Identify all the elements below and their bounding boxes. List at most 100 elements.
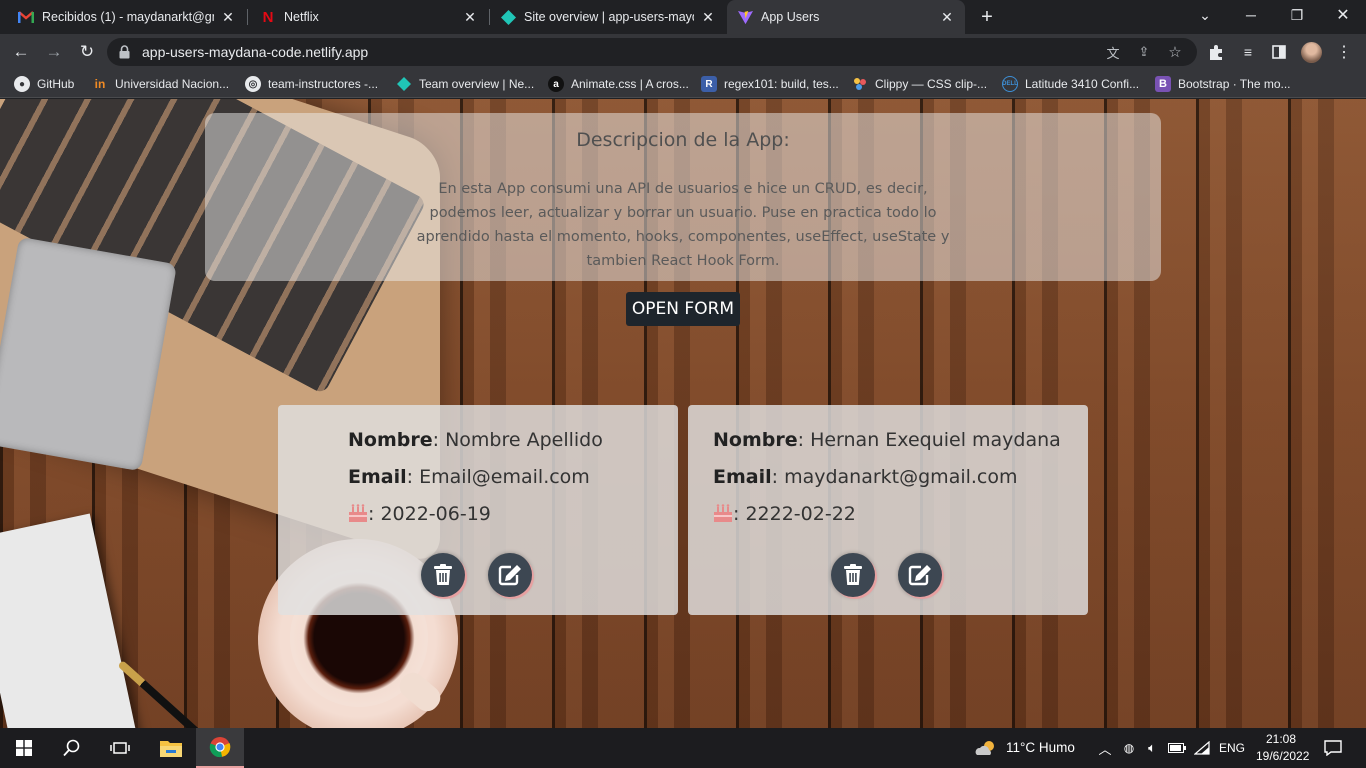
user-birthday-row: : 2022-06-19: [348, 503, 491, 525]
close-icon[interactable]: ✕: [220, 9, 236, 25]
bookmark-label: Animate.css | A cros...: [571, 77, 689, 91]
netlify-icon: [396, 76, 412, 92]
delete-button[interactable]: [831, 553, 875, 597]
user-name: Hernan Exequiel maydana: [810, 429, 1061, 451]
edit-icon: [498, 565, 521, 586]
close-icon[interactable]: ✕: [462, 9, 478, 25]
bookmark-animate[interactable]: a Animate.css | A cros...: [548, 75, 689, 93]
bookmark-regex101[interactable]: R regex101: build, tes...: [701, 75, 839, 93]
bookmark-github[interactable]: ● GitHub: [14, 75, 74, 93]
new-tab-button[interactable]: +: [976, 6, 998, 28]
trash-icon: [844, 564, 862, 585]
user-birthday-row: : 2222-02-22: [713, 503, 856, 525]
user-email-row: Email: Email@email.com: [348, 466, 590, 488]
profile-avatar[interactable]: [1301, 42, 1322, 63]
bookmark-label: Bootstrap · The mo...: [1178, 77, 1291, 91]
user-name: Nombre Apellido: [445, 429, 603, 451]
bookmark-latitude[interactable]: DELL Latitude 3410 Confi...: [1002, 75, 1139, 93]
side-panel-icon[interactable]: [1269, 42, 1289, 62]
back-icon[interactable]: ←: [9, 40, 33, 64]
user-email: Email@email.com: [419, 466, 590, 488]
page-viewport: Descripcion de la App: En esta App consu…: [0, 99, 1366, 728]
description-panel: Descripcion de la App: En esta App consu…: [205, 113, 1161, 281]
user-birthday: 2222-02-22: [745, 503, 856, 525]
background-pen: [117, 660, 272, 728]
user-card: Nombre: Nombre Apellido Email: Email@ema…: [278, 405, 678, 615]
task-view-icon[interactable]: [96, 728, 144, 768]
description-text: En esta App consumi una API de usuarios …: [416, 181, 950, 269]
meet-icon[interactable]: ◍: [1120, 728, 1138, 768]
translate-icon[interactable]: 文: [1105, 44, 1121, 61]
file-explorer-icon[interactable]: [148, 728, 194, 768]
bookmark-team-instructores[interactable]: ◎ team-instructores -...: [245, 75, 378, 93]
close-window-button[interactable]: ✕: [1320, 0, 1366, 30]
edit-icon: [908, 565, 931, 586]
description-title: Descripcion de la App:: [576, 129, 790, 151]
address-bar[interactable]: app-users-maydana-code.netlify.app 文 ⇪ ☆: [107, 38, 1197, 66]
chrome-taskbar-icon[interactable]: [196, 728, 244, 768]
gmail-icon: [18, 9, 34, 25]
share-icon[interactable]: ⇪: [1136, 44, 1152, 60]
reload-icon[interactable]: ↻: [75, 40, 99, 64]
lock-icon: [119, 45, 130, 64]
animate-icon: a: [548, 76, 564, 92]
user-name-row: Nombre: Hernan Exequiel maydana: [713, 429, 1061, 451]
regex-icon: R: [701, 76, 717, 92]
battery-icon[interactable]: [1166, 728, 1188, 768]
clippy-icon: [852, 76, 868, 92]
netlify-icon: [500, 9, 516, 25]
close-icon[interactable]: ✕: [700, 9, 716, 25]
chevron-up-icon[interactable]: ︿: [1095, 728, 1115, 768]
background-notebook: [0, 513, 138, 728]
bookmark-clippy[interactable]: Clippy — CSS clip-...: [852, 75, 987, 93]
wifi-icon[interactable]: [1192, 728, 1212, 768]
volume-icon[interactable]: 🔈︎: [1142, 728, 1162, 768]
forward-icon[interactable]: →: [42, 40, 66, 64]
tab-gmail[interactable]: Recibidos (1) - maydanarkt@gma ✕: [8, 0, 246, 34]
user-email-row: Email: maydanarkt@gmail.com: [713, 466, 1018, 488]
delete-button[interactable]: [421, 553, 465, 597]
github-icon: ●: [14, 76, 30, 92]
bookmark-team-overview[interactable]: Team overview | Ne...: [396, 75, 534, 93]
vite-icon: [737, 9, 753, 25]
tab-search-icon[interactable]: ⌄: [1182, 0, 1228, 30]
team-icon: ◎: [245, 76, 261, 92]
bookmark-label: Clippy — CSS clip-...: [875, 77, 988, 91]
menu-icon[interactable]: ⋮: [1334, 42, 1354, 62]
birthday-cake-icon: [713, 504, 733, 522]
clock-time[interactable]: 21:08: [1266, 732, 1296, 746]
bookmark-universidad[interactable]: in Universidad Nacion...: [92, 75, 229, 93]
url-text: app-users-maydana-code.netlify.app: [142, 44, 369, 60]
minimize-button[interactable]: ─: [1228, 0, 1274, 30]
tab-netflix[interactable]: N Netflix ✕: [250, 0, 488, 34]
windows-taskbar: 11°C Humo ︿ ◍ 🔈︎ ENG 21:08 19/6/2022: [0, 728, 1366, 768]
restore-button[interactable]: ❐: [1274, 0, 1320, 30]
bookmark-label: Latitude 3410 Confi...: [1025, 77, 1140, 91]
tab-site-overview[interactable]: Site overview | app-users-mayda ✕: [490, 0, 726, 34]
weather-icon[interactable]: [972, 728, 1000, 768]
tab-app-users[interactable]: App Users ✕: [727, 0, 965, 34]
language-indicator[interactable]: ENG: [1219, 741, 1245, 755]
notifications-icon[interactable]: [1318, 728, 1348, 768]
extensions-icon[interactable]: [1206, 42, 1226, 62]
weather-text[interactable]: 11°C Humo: [1006, 740, 1075, 755]
bookmark-bootstrap[interactable]: B Bootstrap · The mo...: [1155, 75, 1291, 93]
netflix-icon: N: [262, 8, 274, 26]
reading-list-icon[interactable]: ≡: [1238, 42, 1258, 62]
bookmark-label: Universidad Nacion...: [115, 77, 230, 91]
search-icon[interactable]: [48, 728, 96, 768]
edit-button[interactable]: [488, 553, 532, 597]
bookmarks-bar: ● GitHub in Universidad Nacion... ◎ team…: [0, 70, 1366, 98]
close-icon[interactable]: ✕: [939, 9, 955, 25]
windows-start-icon[interactable]: [0, 728, 48, 768]
tab-title: App Users: [761, 10, 820, 24]
open-form-button[interactable]: OPEN FORM: [626, 292, 740, 326]
birthday-cake-icon: [348, 504, 368, 522]
bookmark-star-icon[interactable]: ☆: [1167, 44, 1183, 61]
user-birthday: 2022-06-19: [380, 503, 491, 525]
bookmark-label: regex101: build, tes...: [724, 77, 839, 91]
edit-button[interactable]: [898, 553, 942, 597]
email-label: Email: [348, 466, 407, 488]
user-card: Nombre: Hernan Exequiel maydana Email: m…: [688, 405, 1088, 615]
clock-date[interactable]: 19/6/2022: [1256, 749, 1309, 763]
